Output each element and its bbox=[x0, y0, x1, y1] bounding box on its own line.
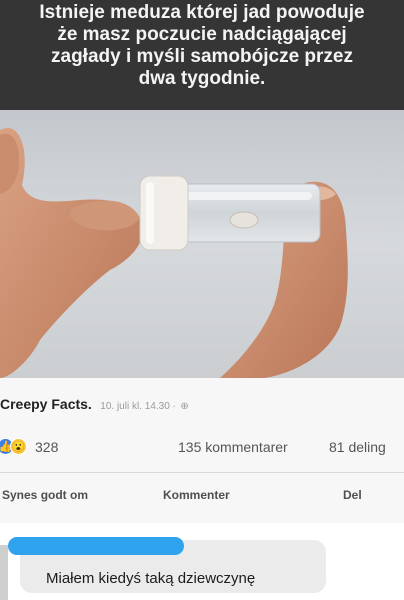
wow-reaction-icon: 😮 bbox=[10, 438, 27, 455]
caption-line: zagłady i myśli samobójcze przez bbox=[51, 46, 353, 67]
vial-photo-illustration bbox=[0, 110, 404, 378]
photo-vial-in-hand bbox=[0, 110, 404, 378]
post-stats: 👍 😮 328 135 kommentarer 81 deling bbox=[0, 424, 404, 472]
caption-line: dwa tygodnie. bbox=[138, 68, 266, 89]
reactions-summary[interactable]: 👍 😮 328 bbox=[0, 438, 58, 455]
comments-count-link[interactable]: 135 kommentarer bbox=[178, 439, 288, 455]
like-button[interactable]: Synes godt om bbox=[2, 488, 88, 502]
post-header: Creepy Facts. 10. juli kl. 14.30 · ⊕ bbox=[0, 378, 404, 424]
globe-icon: ⊕ bbox=[180, 401, 189, 412]
post-actions: Synes godt om Kommenter Del bbox=[0, 473, 404, 523]
meme-caption: Istnieje meduza której jad powoduje że m… bbox=[0, 0, 404, 110]
share-button[interactable]: Del bbox=[343, 488, 362, 502]
comment-text: Miałem kiedyś taką dziewczynę bbox=[46, 570, 256, 587]
caption-line: Istnieje meduza której jad powoduje bbox=[39, 2, 365, 23]
reaction-count: 328 bbox=[35, 438, 59, 455]
shares-count-link[interactable]: 81 deling bbox=[329, 439, 386, 455]
page-name-link[interactable]: Creepy Facts. bbox=[0, 396, 92, 412]
comment-button[interactable]: Kommenter bbox=[163, 488, 230, 502]
caption-line: że masz poczucie nadciągającej bbox=[57, 24, 347, 45]
commenter-name-redacted bbox=[8, 537, 184, 555]
avatar-edge bbox=[0, 545, 8, 600]
comment-section: Miałem kiedyś taką dziewczynę bbox=[0, 523, 404, 600]
post-timestamp[interactable]: 10. juli kl. 14.30 · bbox=[100, 401, 176, 412]
